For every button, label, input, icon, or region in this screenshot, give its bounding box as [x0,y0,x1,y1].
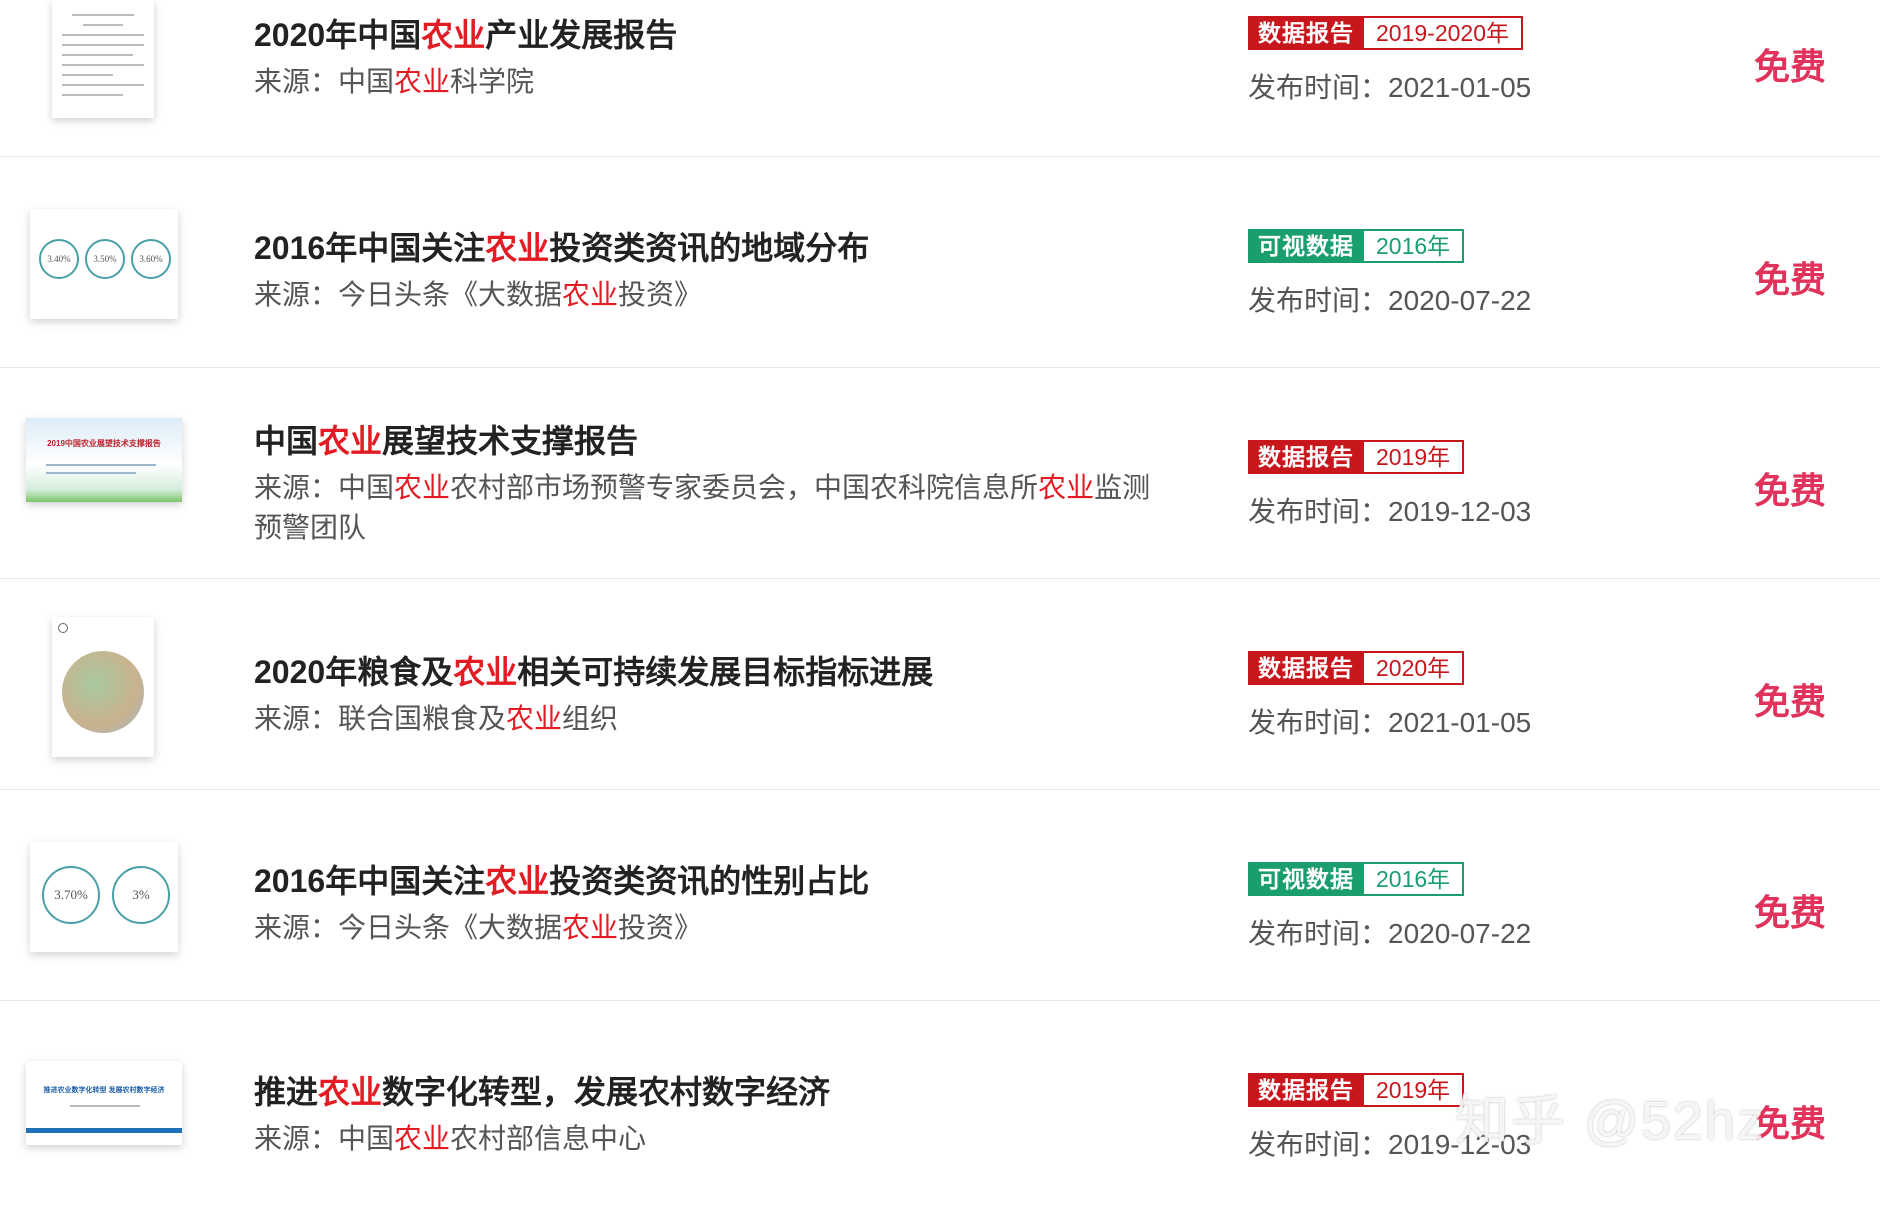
price-label[interactable]: 免费 [1754,251,1826,303]
document-thumbnail[interactable] [52,0,154,118]
price-label[interactable]: 免费 [1754,673,1826,725]
item-title[interactable]: 中国农业展望技术支撑报告 [254,420,1154,462]
item-tags: 数据报告 2020年 [1248,651,1465,685]
percent-circles-thumbnail[interactable]: 3.70% 3% [30,842,178,952]
item-source: 来源：今日头条《大数据农业投资》 [254,912,703,943]
item-tags: 数据报告 2019年 [1248,440,1465,474]
item-source: 来源：中国农业农村部信息中心 [254,1123,647,1154]
tag-type: 可视数据 [1248,229,1364,263]
tag-year: 2016年 [1364,229,1465,263]
report-list: 2020年中国农业产业发展报告 来源：中国农业科学院 数据报告 2019-202… [0,0,1883,1211]
list-item[interactable]: 3.70% 3% 2016年中国关注农业投资类资讯的性别占比 来源：今日头条《大… [0,790,1880,1001]
item-title[interactable]: 2016年中国关注农业投资类资讯的地域分布 [254,227,1154,269]
list-item[interactable]: 2020年中国农业产业发展报告 来源：中国农业科学院 数据报告 2019-202… [0,0,1880,157]
publish-date: 发布时间：2019-12-03 [1248,496,1532,527]
price-label[interactable]: 免费 [1754,884,1826,936]
tag-type: 数据报告 [1248,651,1364,685]
slide-cover-thumbnail[interactable]: 推进农业数字化转型 发展农村数字经济 [26,1061,182,1145]
tag-type: 数据报告 [1248,16,1364,50]
list-item[interactable]: 2019中国农业展望技术支撑报告 中国农业展望技术支撑报告 来源：中国农业农村部… [0,368,1880,579]
price-label[interactable]: 免费 [1754,462,1826,514]
list-item[interactable]: 3.40% 3.50% 3.60% 2016年中国关注农业投资类资讯的地域分布 … [0,157,1880,368]
item-tags: 数据报告 2019-2020年 [1248,16,1523,50]
item-title[interactable]: 2016年中国关注农业投资类资讯的性别占比 [254,860,1154,902]
item-title[interactable]: 2020年中国农业产业发展报告 [254,14,1154,56]
tag-year: 2020年 [1364,651,1465,685]
zhihu-watermark: 知乎 @52hz [1455,1091,1766,1151]
item-source: 来源：中国农业科学院 [254,66,535,97]
publish-date: 发布时间：2021-01-05 [1248,72,1532,103]
publish-date: 发布时间：2021-01-05 [1248,707,1532,738]
item-source: 来源：联合国粮食及农业组织 [254,703,619,734]
item-source: 来源：中国农业农村部市场预警专家委员会，中国农科院信息所农业监测预警团队 [254,472,1151,543]
report-cover-thumbnail[interactable]: 2019中国农业展望技术支撑报告 [26,418,182,502]
item-tags: 可视数据 2016年 [1248,229,1465,263]
list-item[interactable]: 2020年粮食及农业相关可持续发展目标指标进展 来源：联合国粮食及农业组织 数据… [0,579,1880,790]
fao-cover-thumbnail[interactable] [52,617,154,757]
tag-year: 2019-2020年 [1364,16,1523,50]
item-tags: 数据报告 2019年 [1248,1073,1465,1107]
item-tags: 可视数据 2016年 [1248,862,1465,896]
item-title[interactable]: 推进农业数字化转型，发展农村数字经济 [254,1071,1154,1113]
publish-date: 发布时间：2020-07-22 [1248,918,1532,949]
price-label[interactable]: 免费 [1754,38,1826,90]
tag-year: 2019年 [1364,1073,1465,1107]
item-source: 来源：今日头条《大数据农业投资》 [254,279,703,310]
tag-year: 2016年 [1364,862,1465,896]
item-title[interactable]: 2020年粮食及农业相关可持续发展目标指标进展 [254,651,1154,693]
tag-year: 2019年 [1364,440,1465,474]
publish-date: 发布时间：2020-07-22 [1248,285,1532,316]
percent-circles-thumbnail[interactable]: 3.40% 3.50% 3.60% [30,209,178,319]
tag-type: 可视数据 [1248,862,1364,896]
tag-type: 数据报告 [1248,1073,1364,1107]
tag-type: 数据报告 [1248,440,1364,474]
